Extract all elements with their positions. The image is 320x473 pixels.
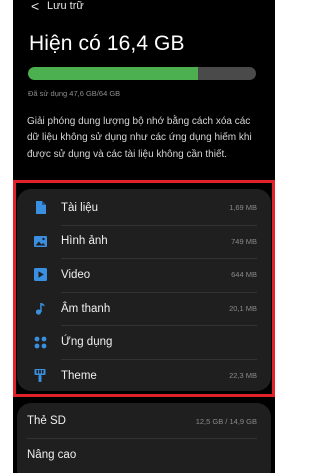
storage-usage-bar — [28, 67, 256, 80]
red-highlight-frame — [13, 180, 275, 397]
sd-card-label: Thẻ SD — [27, 415, 66, 427]
phone-screen: < Lưu trữ Hiện có 16,4 GB Đã sử dụng 47,… — [13, 0, 275, 473]
storage-description: Giải phóng dung lượng bộ nhớ bằng cách x… — [27, 116, 252, 160]
advanced-label: Nâng cao — [27, 449, 77, 461]
storage-usage-fill — [28, 67, 198, 80]
used-storage: Đã sử dụng 47,6 GB/64 GB — [28, 89, 121, 98]
advanced-row[interactable]: Nâng cao — [17, 440, 271, 470]
page-title: Lưu trữ — [47, 0, 84, 12]
divider — [27, 438, 257, 439]
secondary-options-card: Thẻ SD 12,5 GB / 14,9 GB Nâng cao — [17, 403, 271, 473]
back-arrow-icon[interactable]: < — [31, 0, 39, 14]
sd-card-size: 12,5 GB / 14,9 GB — [195, 416, 257, 426]
available-storage: Hiện có 16,4 GB — [29, 32, 185, 55]
sd-card-row[interactable]: Thẻ SD 12,5 GB / 14,9 GB — [17, 406, 271, 436]
